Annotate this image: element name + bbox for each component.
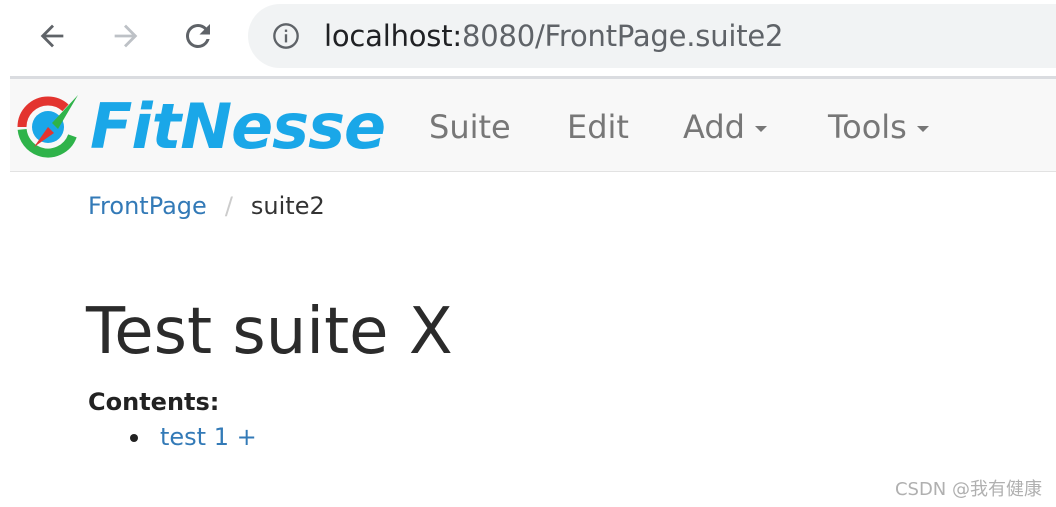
forward-button[interactable] [104,14,148,58]
caret-down-icon [916,126,929,132]
logo-text: FitNesse [90,90,386,163]
nav-edit-label: Edit [567,108,629,146]
url-text[interactable]: localhost:8080/FrontPage.suite2 [324,18,784,54]
breadcrumb-separator: / [224,192,233,220]
contents-list: test 1 + [130,421,257,453]
list-item: test 1 + [130,421,257,453]
info-icon[interactable] [272,22,300,50]
url-host: localhost: [324,19,462,53]
reload-button[interactable] [176,14,220,58]
nav-suite-label: Suite [429,108,511,146]
fitnesse-logo[interactable]: FitNesse [14,89,386,163]
reload-icon [185,23,210,48]
address-bar[interactable]: localhost:8080/FrontPage.suite2 [248,4,1056,68]
caret-down-icon [754,126,767,132]
nav-edit[interactable]: Edit [567,107,629,147]
bullet-icon [130,434,138,442]
breadcrumb: FrontPage / suite2 [88,190,325,222]
browser-toolbar: localhost:8080/FrontPage.suite2 [0,0,1056,76]
breadcrumb-frontpage-link[interactable]: FrontPage [88,192,207,220]
back-button[interactable] [30,14,74,58]
contents-label: Contents: [88,388,220,416]
nav-suite[interactable]: Suite [429,107,511,147]
fitnesse-logo-icon [17,95,79,158]
fitnesse-navbar: FitNesse Suite Edit Add Tools [10,79,1056,172]
arrow-left-icon [40,24,64,48]
nav-add-label: Add [683,108,745,146]
page-title: Test suite X [86,295,453,369]
watermark: CSDN @我有健康 [894,479,1042,500]
nav-tools-label: Tools [828,108,907,146]
url-path: 8080/FrontPage.suite2 [461,19,784,53]
contents-link-test-1[interactable]: test 1 + [160,423,257,451]
arrow-right-icon [114,24,138,48]
breadcrumb-current: suite2 [250,192,325,220]
nav-tools[interactable]: Tools [828,107,929,147]
nav-add[interactable]: Add [683,107,767,147]
